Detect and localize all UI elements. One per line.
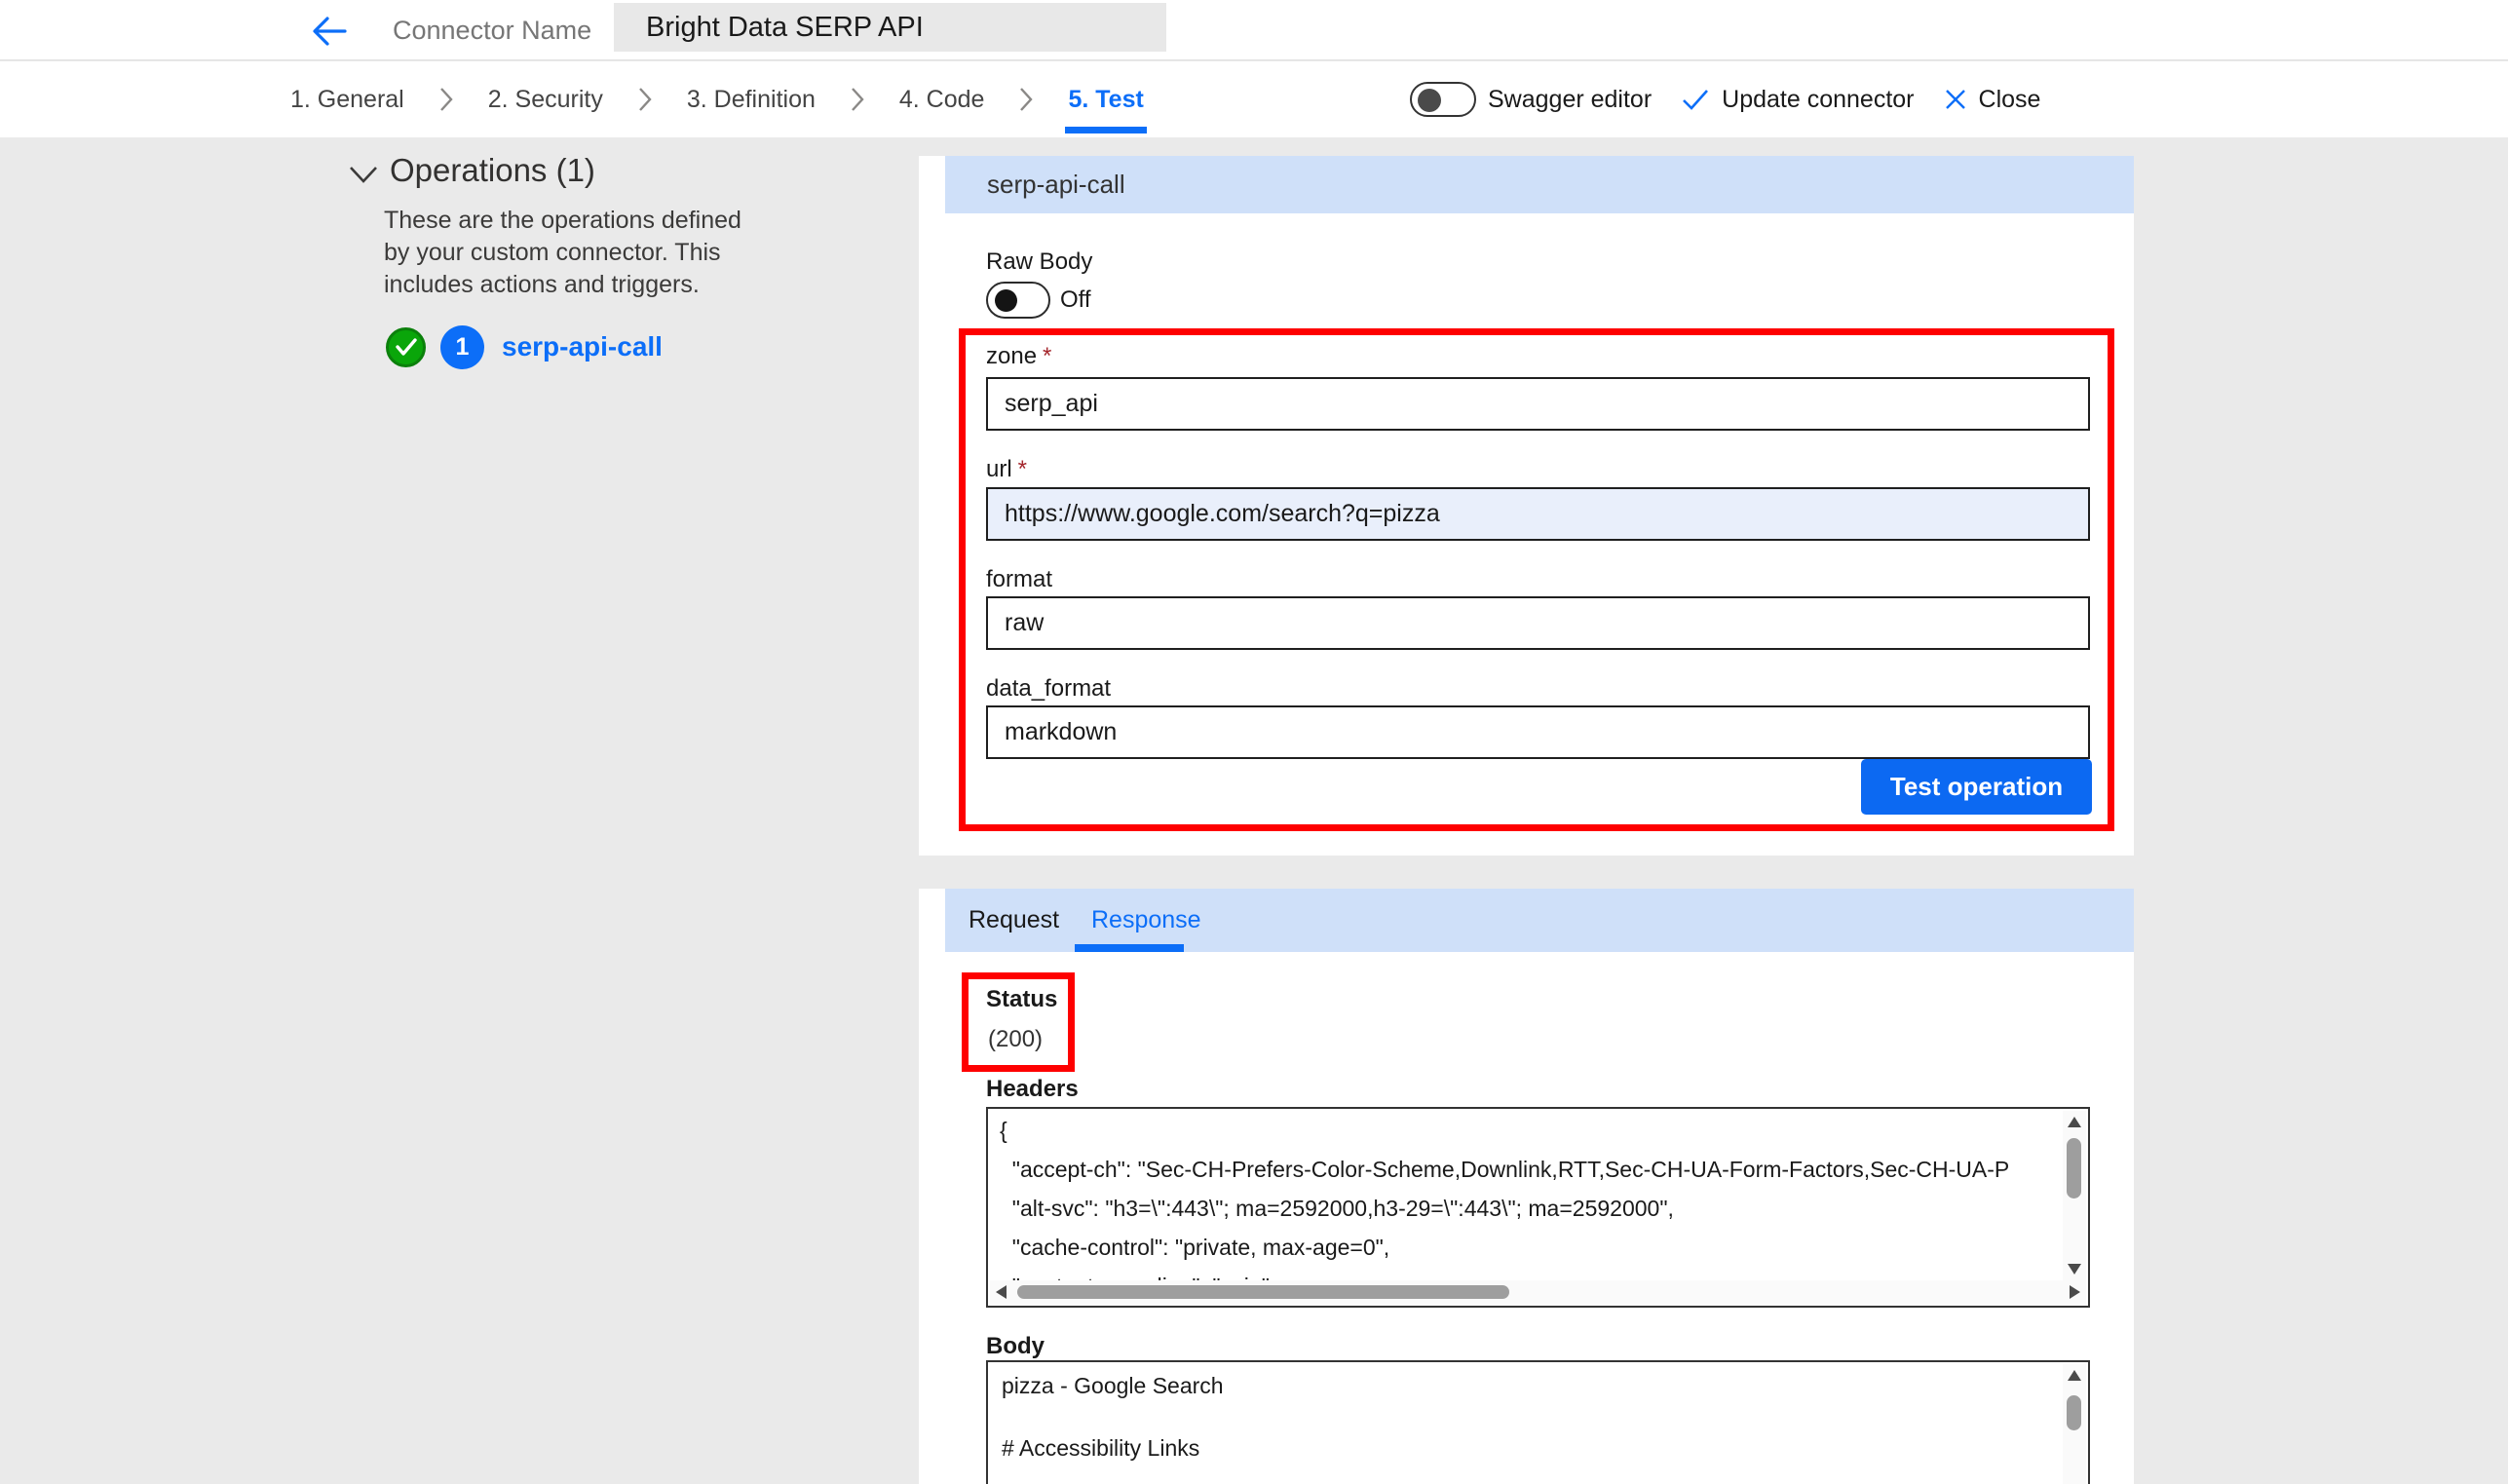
- top-bar: Connector Name: [0, 0, 2508, 60]
- headers-label: Headers: [986, 1076, 1079, 1103]
- custom-connector-test-page: Connector Name 1. General 2. Security 3.…: [0, 0, 2508, 1484]
- zone-field-label: zone*: [986, 343, 1051, 370]
- body-textarea[interactable]: pizza - Google Search # Accessibility Li…: [986, 1360, 2090, 1484]
- horizontal-scrollbar[interactable]: [990, 1280, 2086, 1304]
- swagger-editor-label: Swagger editor: [1488, 86, 1652, 114]
- tab-test[interactable]: 5. Test: [1068, 61, 1143, 137]
- scroll-up-icon[interactable]: [2068, 1370, 2081, 1381]
- close-label: Close: [1979, 86, 2041, 114]
- vertical-scrollbar[interactable]: [2063, 1364, 2086, 1484]
- status-label: Status: [986, 986, 1057, 1013]
- scroll-right-icon[interactable]: [2070, 1285, 2080, 1299]
- scrollbar-thumb[interactable]: [2067, 1395, 2081, 1430]
- close-button[interactable]: Close: [1944, 86, 2041, 114]
- format-field-label: format: [986, 566, 1052, 593]
- tab-security[interactable]: 2. Security: [488, 61, 603, 137]
- chevron-right-icon: [636, 85, 654, 114]
- data-format-input[interactable]: [986, 705, 2090, 759]
- body-content: pizza - Google Search # Accessibility Li…: [1002, 1370, 2049, 1464]
- raw-body-label: Raw Body: [986, 248, 1092, 276]
- required-asterisk: *: [1018, 456, 1027, 482]
- status-value: (200): [988, 1026, 1043, 1053]
- headers-content: { "accept-ch": "Sec-CH-Prefers-Color-Sch…: [1000, 1111, 2049, 1306]
- connector-name-label: Connector Name: [393, 0, 591, 60]
- nav-actions: Swagger editor Update connector Close: [1410, 61, 2040, 137]
- tab-definition[interactable]: 3. Definition: [687, 61, 816, 137]
- success-check-icon: [386, 327, 426, 367]
- update-connector-label: Update connector: [1722, 86, 1914, 114]
- chevron-right-icon: [437, 85, 455, 114]
- back-arrow-icon[interactable]: [308, 12, 351, 51]
- tab-general[interactable]: 1. General: [290, 61, 404, 137]
- result-tab-bar: Request Response: [945, 889, 2134, 952]
- vertical-scrollbar[interactable]: [2063, 1111, 2086, 1280]
- test-operation-button[interactable]: Test operation: [1861, 759, 2092, 815]
- wizard-steps: 1. General 2. Security 3. Definition 4. …: [290, 61, 1144, 137]
- scrollbar-thumb[interactable]: [1017, 1285, 1509, 1299]
- headers-textarea[interactable]: { "accept-ch": "Sec-CH-Prefers-Color-Sch…: [986, 1107, 2090, 1308]
- raw-body-state-label: Off: [1060, 282, 1091, 319]
- close-icon: [1944, 88, 1967, 111]
- operation-list-item: 1 serp-api-call: [386, 322, 663, 372]
- operation-link-serp-api-call[interactable]: serp-api-call: [502, 331, 663, 362]
- zone-input[interactable]: [986, 377, 2090, 431]
- swagger-editor-toggle-group: Swagger editor: [1410, 82, 1652, 117]
- format-input[interactable]: [986, 596, 2090, 650]
- active-tab-underline: [1075, 944, 1184, 952]
- chevron-right-icon: [1017, 85, 1035, 114]
- tab-request[interactable]: Request: [969, 889, 1059, 952]
- scroll-up-icon[interactable]: [2068, 1117, 2081, 1127]
- data-format-field-label: data_format: [986, 675, 1111, 703]
- scroll-down-icon[interactable]: [2068, 1264, 2081, 1275]
- body-label: Body: [986, 1333, 1045, 1360]
- update-connector-button[interactable]: Update connector: [1681, 86, 1914, 114]
- required-asterisk: *: [1043, 343, 1051, 369]
- chevron-right-icon: [849, 85, 866, 114]
- tab-code[interactable]: 4. Code: [899, 61, 985, 137]
- toggle-knob: [995, 289, 1017, 312]
- swagger-editor-toggle[interactable]: [1410, 82, 1476, 117]
- operation-number-badge: 1: [440, 325, 484, 369]
- wizard-nav-bar: 1. General 2. Security 3. Definition 4. …: [0, 61, 2508, 137]
- operation-panel-header: serp-api-call: [945, 156, 2134, 213]
- checkmark-icon: [1681, 87, 1710, 112]
- operations-collapse-chevron-down-icon[interactable]: [347, 160, 380, 189]
- url-input[interactable]: [986, 487, 2090, 541]
- scroll-left-icon[interactable]: [996, 1285, 1007, 1299]
- operation-panel-title: serp-api-call: [987, 170, 1125, 200]
- url-field-label: url*: [986, 456, 1027, 483]
- tab-response[interactable]: Response: [1091, 889, 1201, 952]
- toggle-knob: [1418, 89, 1441, 112]
- scrollbar-thumb[interactable]: [2067, 1138, 2081, 1199]
- raw-body-toggle[interactable]: [986, 282, 1050, 319]
- connector-name-input[interactable]: [614, 3, 1166, 52]
- operations-title: Operations (1): [390, 152, 595, 189]
- operations-description: These are the operations defined by your…: [384, 205, 741, 301]
